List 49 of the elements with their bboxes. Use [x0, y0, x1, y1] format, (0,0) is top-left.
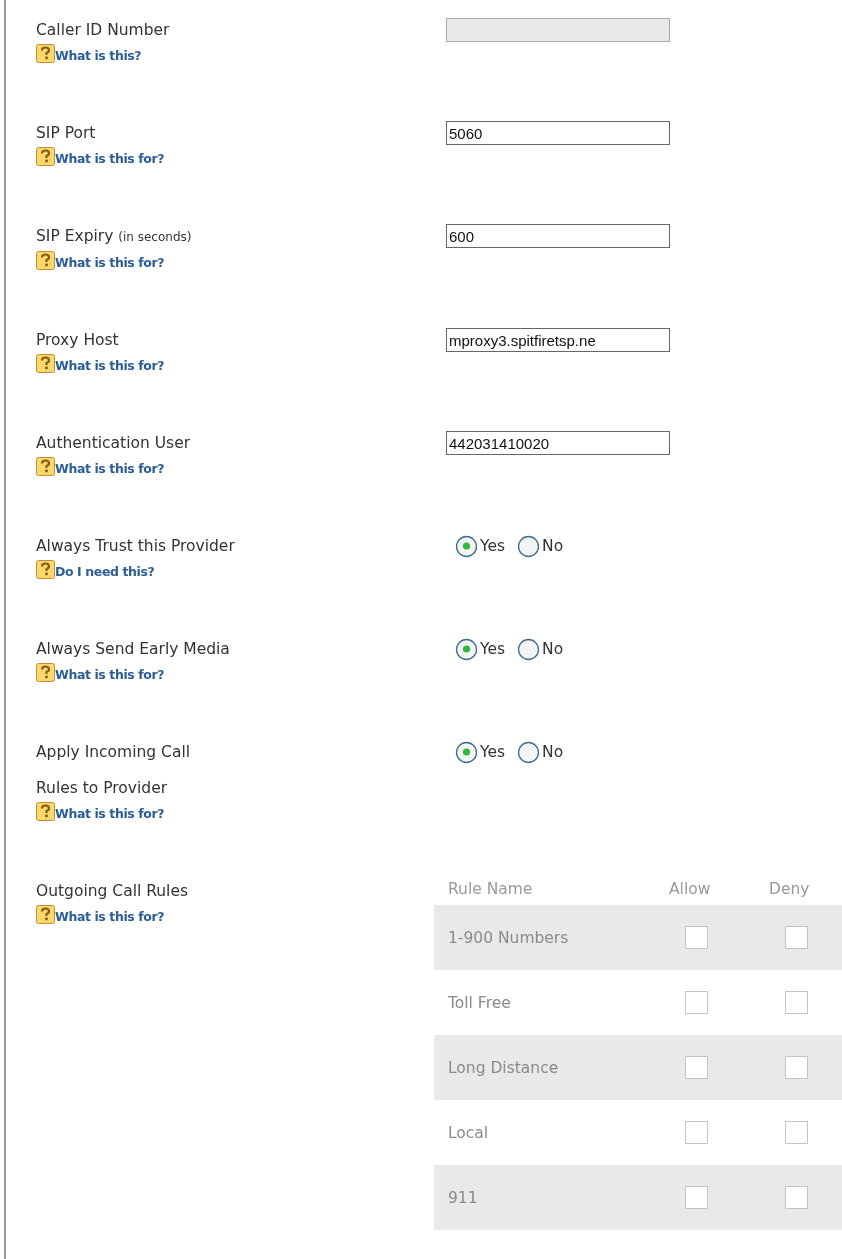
rule-name: 1-900 Numbers — [447, 928, 569, 947]
radio-button[interactable] — [517, 637, 541, 661]
field-label: Outgoing Call Rules — [36, 881, 189, 902]
text-field[interactable]: 5060 — [446, 121, 670, 145]
rule-name: 911 — [447, 1188, 478, 1207]
field-label: SIP Port — [36, 123, 97, 144]
radio-label: No — [542, 640, 564, 658]
radio-label: Yes — [480, 537, 506, 555]
radio-button[interactable] — [517, 534, 541, 558]
help-icon[interactable] — [36, 457, 55, 476]
help-icon[interactable] — [36, 905, 55, 924]
column-header: Allow — [669, 880, 711, 898]
help-icon[interactable] — [36, 147, 55, 166]
rule-name: Long Distance — [447, 1058, 559, 1077]
column-header: Deny — [769, 880, 810, 898]
column-header: Rule Name — [448, 880, 533, 898]
field-label: Always Trust this Provider — [36, 536, 236, 557]
help-link[interactable]: What is this for? — [55, 151, 165, 166]
rule-name: Toll Free — [447, 993, 511, 1012]
help-link[interactable]: Do I need this? — [55, 564, 155, 579]
help-link[interactable]: What is this for? — [55, 667, 165, 682]
field-label: Proxy Host — [36, 330, 120, 351]
help-link[interactable]: What is this for? — [55, 255, 165, 270]
field-label: Apply Incoming Call Rules to Provider — [36, 742, 192, 799]
help-link[interactable]: What is this for? — [55, 806, 165, 821]
help-link[interactable]: What is this for? — [55, 461, 165, 476]
radio-button[interactable] — [455, 534, 478, 558]
help-icon[interactable] — [36, 560, 55, 579]
radio-label: Yes — [480, 743, 506, 761]
help-icon[interactable] — [36, 802, 55, 821]
help-icon[interactable] — [36, 354, 55, 373]
help-link[interactable]: What is this for? — [55, 358, 165, 373]
field-label: Authentication User — [36, 433, 192, 454]
rule-name: Local — [447, 1123, 489, 1142]
field-label: Always Send Early Media — [36, 639, 231, 660]
field-label: SIP Expiry (in seconds) — [36, 226, 193, 247]
radio-button[interactable] — [455, 637, 478, 661]
radio-button[interactable] — [455, 740, 478, 764]
radio-label: Yes — [480, 640, 506, 658]
help-icon[interactable] — [36, 44, 55, 63]
text-field[interactable]: mproxy3.spitfiretsp.ne — [446, 328, 670, 352]
help-icon[interactable] — [36, 251, 55, 270]
text-field[interactable]: 442031410020 — [446, 431, 670, 455]
radio-label: No — [542, 743, 564, 761]
radio-label: No — [542, 537, 564, 555]
field-label: Caller ID Number — [36, 20, 171, 41]
text-field[interactable]: 600 — [446, 224, 670, 248]
help-icon[interactable] — [36, 663, 55, 682]
radio-button[interactable] — [517, 740, 541, 764]
